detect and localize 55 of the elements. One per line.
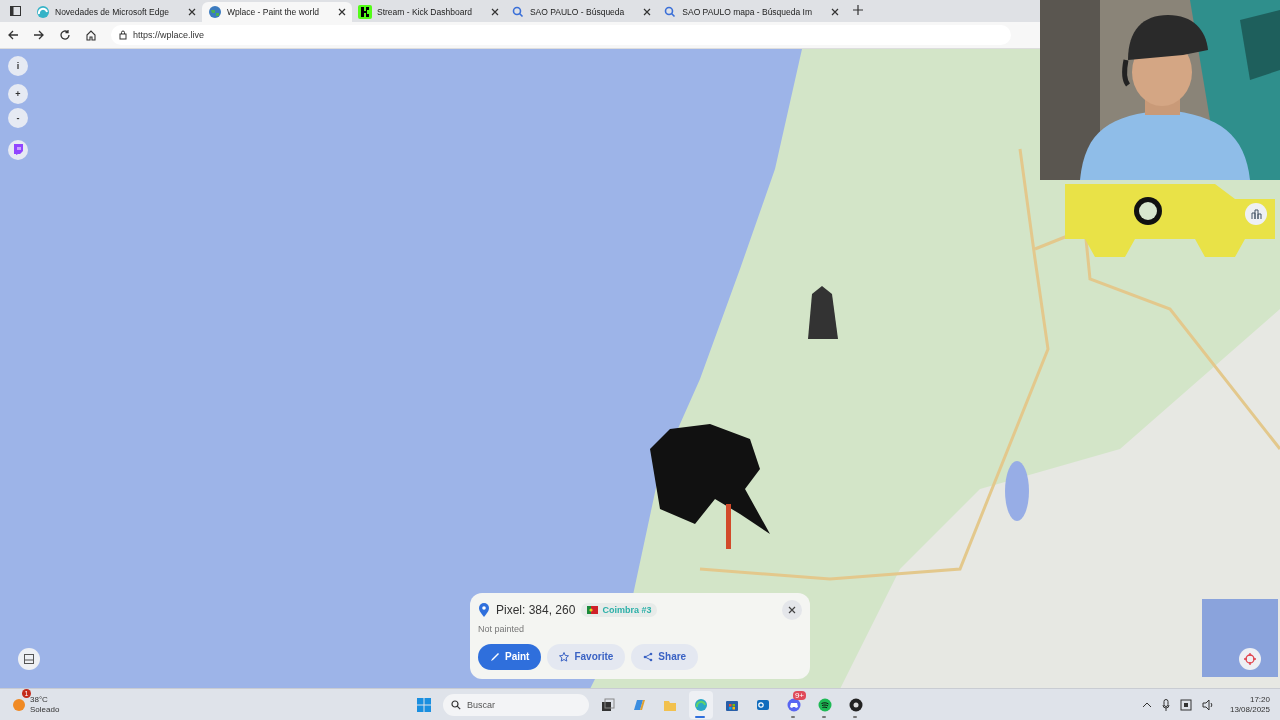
record-icon bbox=[849, 697, 863, 712]
notification-badge: 9+ bbox=[792, 690, 806, 700]
close-icon[interactable] bbox=[643, 8, 652, 16]
temperature[interactable]: 38°C bbox=[30, 694, 60, 705]
k-logo-icon bbox=[358, 5, 372, 19]
windows-logo-icon bbox=[417, 697, 431, 712]
network-icon[interactable] bbox=[1179, 698, 1192, 711]
home-icon[interactable] bbox=[85, 29, 97, 41]
back-icon[interactable] bbox=[7, 29, 19, 41]
chevron-up-icon[interactable] bbox=[1141, 701, 1152, 708]
reload-icon[interactable] bbox=[59, 29, 71, 41]
wave-icon bbox=[36, 5, 50, 19]
window-menu-icon[interactable] bbox=[9, 6, 21, 16]
paint-button[interactable]: Paint bbox=[478, 643, 542, 670]
panel-icon bbox=[24, 653, 34, 664]
flag-icon bbox=[587, 605, 599, 614]
location-pin-icon bbox=[478, 602, 490, 617]
mail-icon bbox=[756, 697, 770, 712]
close-button[interactable] bbox=[782, 599, 802, 620]
close-icon[interactable] bbox=[187, 8, 196, 16]
edge-icon bbox=[694, 697, 708, 712]
close-icon bbox=[788, 605, 796, 614]
favorite-button[interactable]: Favorite bbox=[547, 643, 626, 670]
search-field[interactable]: Buscar bbox=[443, 693, 589, 716]
speaker-icon[interactable] bbox=[1201, 698, 1214, 711]
close-icon[interactable] bbox=[338, 8, 346, 16]
browser-tab[interactable]: Wplace - Paint the world bbox=[201, 2, 352, 22]
search-icon bbox=[663, 5, 678, 19]
sound-waves-icon bbox=[818, 697, 832, 712]
forward-icon[interactable] bbox=[33, 29, 45, 41]
taskbar-app[interactable]: 9+ bbox=[782, 690, 806, 719]
lock-icon bbox=[119, 30, 127, 40]
star-icon bbox=[559, 651, 570, 662]
copilot-icon bbox=[632, 697, 646, 712]
close-icon[interactable] bbox=[490, 8, 499, 16]
crosshair-icon bbox=[1244, 652, 1256, 665]
microphone-icon[interactable] bbox=[1161, 698, 1170, 711]
pencil-icon bbox=[490, 651, 500, 662]
clock[interactable]: 17:20 13/08/2025 bbox=[1229, 694, 1270, 715]
share-button[interactable]: Share bbox=[631, 643, 699, 670]
close-icon[interactable] bbox=[831, 8, 840, 16]
task-view-icon bbox=[601, 697, 615, 712]
address-field[interactable]: https://wplace.live bbox=[111, 25, 1011, 45]
pixel-status: Not painted bbox=[478, 623, 526, 634]
search-icon bbox=[451, 699, 461, 710]
share-icon bbox=[643, 651, 654, 662]
pixel-coordinates: Pixel: 384, 260 bbox=[496, 602, 576, 617]
new-tab-icon[interactable] bbox=[853, 5, 864, 15]
game-controller-icon bbox=[787, 697, 801, 712]
bar-chart-icon bbox=[1250, 208, 1262, 219]
search-icon bbox=[510, 5, 525, 19]
globe-icon bbox=[207, 5, 222, 19]
twitch-icon bbox=[13, 144, 23, 156]
sun-icon bbox=[12, 697, 26, 712]
weather-condition[interactable]: Soleado bbox=[30, 704, 60, 715]
